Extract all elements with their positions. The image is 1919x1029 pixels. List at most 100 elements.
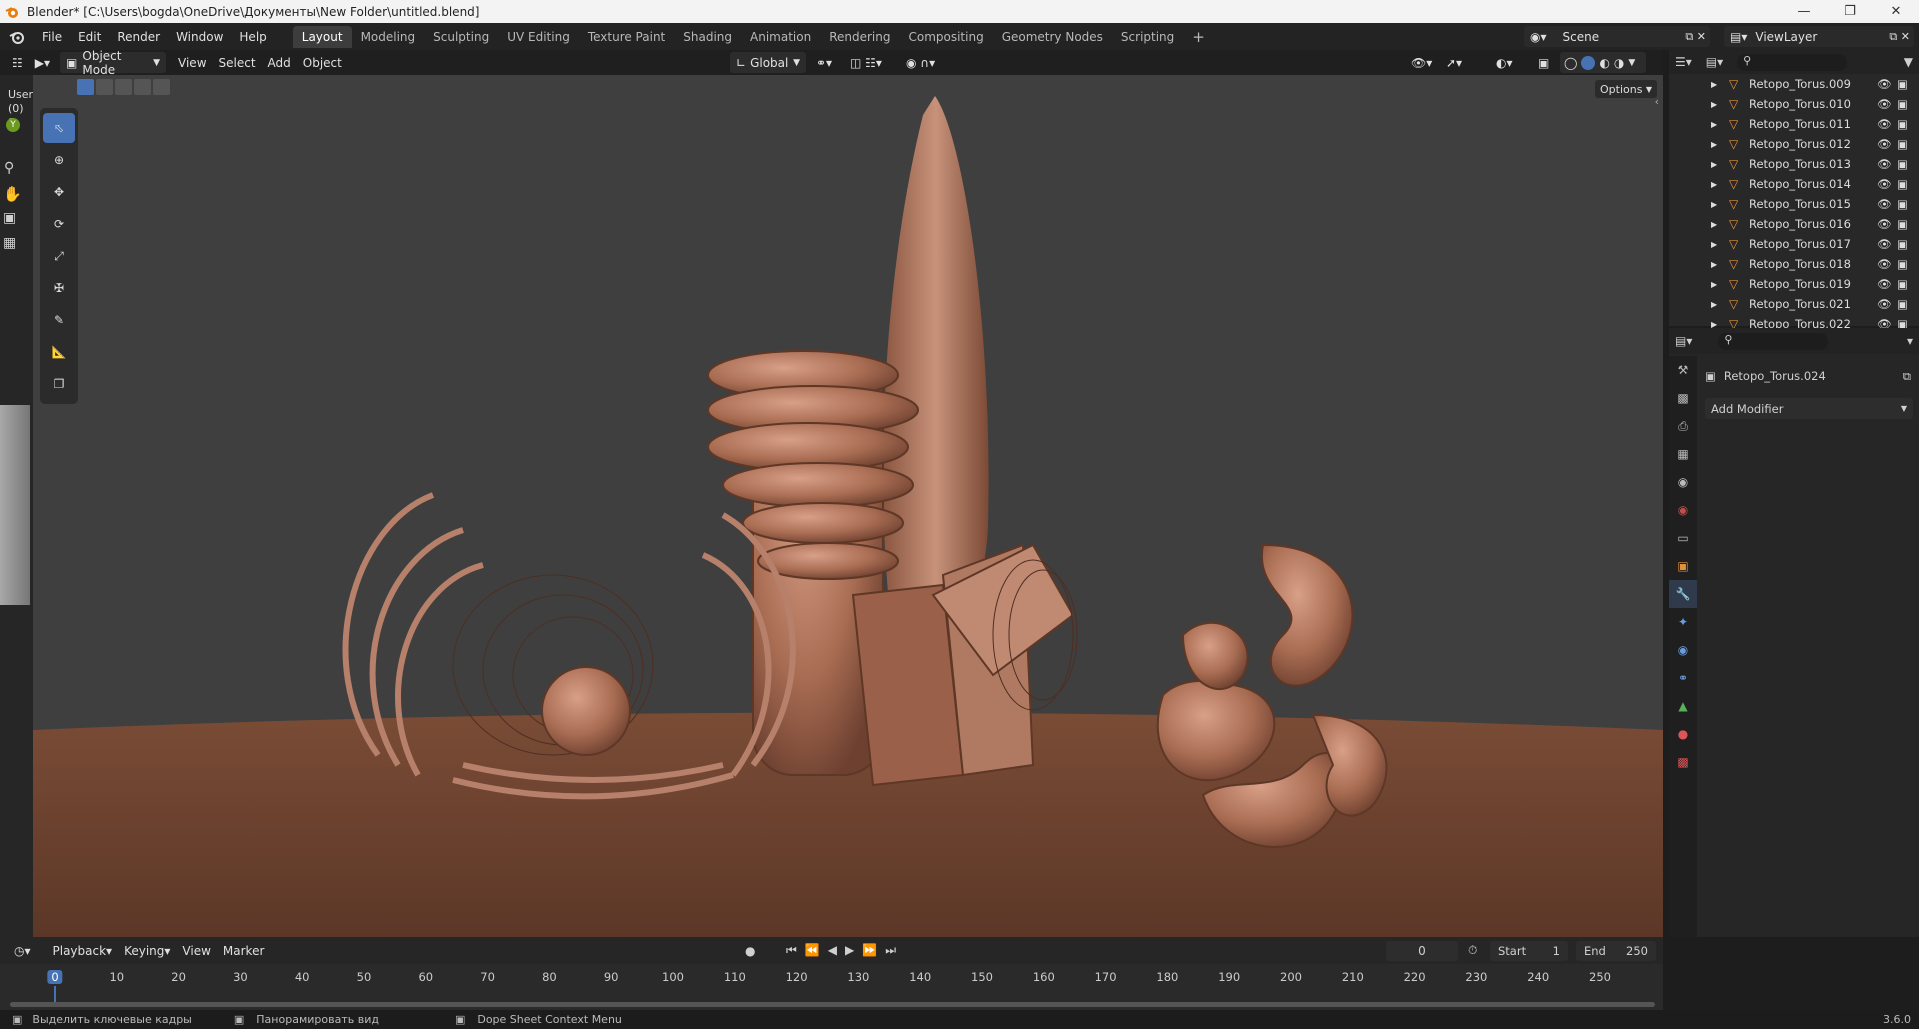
physics-tab-icon[interactable]: ◉ — [1669, 636, 1697, 664]
record-button[interactable]: ● — [745, 944, 755, 958]
timeline-scrollbar[interactable] — [10, 1002, 1655, 1007]
object-tab-icon[interactable]: ▣ — [1669, 552, 1697, 580]
tab-animation[interactable]: Animation — [741, 26, 820, 48]
data-tab-icon[interactable]: ▲ — [1669, 692, 1697, 720]
shading-modes[interactable]: ◯ ◐ ◑ ▼ — [1560, 52, 1646, 73]
properties-options-icon[interactable]: ▾ — [1907, 334, 1913, 348]
current-frame-field[interactable]: 0 — [1386, 940, 1458, 961]
rotate-tool-icon[interactable]: ⟳ — [43, 209, 75, 239]
view-options-icon[interactable]: ▶▾ — [29, 52, 56, 73]
camera-icon[interactable]: ▣ — [1897, 297, 1908, 311]
scene-selector[interactable]: ◉▾ Scene ⧉ ✕ — [1524, 26, 1710, 47]
camera-icon[interactable]: ▣ — [1897, 257, 1908, 271]
outliner-item[interactable]: ▶ ▽ Retopo_Torus.009 👁 ▣ — [1669, 74, 1919, 94]
outliner-item[interactable]: ▶ ▽ Retopo_Torus.012 👁 ▣ — [1669, 134, 1919, 154]
eye-icon[interactable]: 👁 — [1877, 77, 1892, 91]
menu-help[interactable]: Help — [231, 30, 274, 44]
viewport-menu-select[interactable]: Select — [213, 52, 262, 73]
outliner-item[interactable]: ▶ ▽ Retopo_Torus.010 👁 ▣ — [1669, 94, 1919, 114]
camera-icon[interactable]: ▣ — [1897, 217, 1908, 231]
eye-icon[interactable]: 👁 — [1877, 197, 1892, 211]
constraints-tab-icon[interactable]: ⚭ — [1669, 664, 1697, 692]
display-mode-icon[interactable]: ▤▾ — [1706, 55, 1723, 69]
select-intersect-icon[interactable] — [153, 79, 170, 95]
editor-type-icon[interactable]: ☷ — [6, 52, 29, 73]
viewport-menu-add[interactable]: Add — [262, 52, 297, 73]
play-reverse-icon[interactable]: ◀ — [828, 943, 837, 958]
transform-tool-icon[interactable]: ✠ — [43, 273, 75, 303]
add-cube-tool-icon[interactable]: ❐ — [43, 369, 75, 399]
collection-tab-icon[interactable]: ▭ — [1669, 524, 1697, 552]
expand-arrow-icon[interactable]: ▶ — [1711, 240, 1717, 249]
expand-arrow-icon[interactable]: ▶ — [1711, 300, 1717, 309]
move-tool-icon[interactable]: ✥ — [43, 177, 75, 207]
filter-icon[interactable]: ▼ — [1904, 55, 1913, 69]
expand-arrow-icon[interactable]: ▶ — [1711, 100, 1717, 109]
outliner-item[interactable]: ▶ ▽ Retopo_Torus.014 👁 ▣ — [1669, 174, 1919, 194]
tab-texture-paint[interactable]: Texture Paint — [579, 26, 674, 48]
select-mode-buttons[interactable] — [77, 79, 170, 95]
eye-icon[interactable]: 👁 — [1877, 97, 1892, 111]
view-layer-tab-icon[interactable]: ▦ — [1669, 440, 1697, 468]
add-modifier-dropdown[interactable]: Add Modifier ▼ — [1705, 398, 1913, 419]
close-icon[interactable]: ✕ — [1873, 0, 1919, 23]
properties-editor-icon[interactable]: ▤▾ — [1675, 334, 1692, 348]
timeline-menu-playback[interactable]: Playback ▾ — [47, 940, 119, 961]
jump-end-icon[interactable]: ⏭ — [885, 943, 896, 958]
camera-icon[interactable]: ▣ — [1897, 77, 1908, 91]
3d-viewport[interactable]: Options ▼ ‹ — [33, 75, 1663, 937]
camera-icon[interactable]: ▣ — [1897, 97, 1908, 111]
tool-tab-icon[interactable]: ⚒ — [1669, 356, 1697, 384]
transform-orientation-selector[interactable]: ∟ Global ▼ — [730, 52, 806, 73]
minimize-icon[interactable]: — — [1781, 0, 1827, 23]
outliner-item[interactable]: ▶ ▽ Retopo_Torus.019 👁 ▣ — [1669, 274, 1919, 294]
select-box-tool-icon[interactable]: ⬁ — [43, 113, 75, 143]
camera-icon[interactable]: ▣ — [1897, 117, 1908, 131]
outliner-item[interactable]: ▶ ▽ Retopo_Torus.015 👁 ▣ — [1669, 194, 1919, 214]
outliner-item[interactable]: ▶ ▽ Retopo_Torus.017 👁 ▣ — [1669, 234, 1919, 254]
view-layer-new-icon[interactable]: ⧉ ✕ — [1889, 30, 1910, 44]
end-frame-field[interactable]: End 250 — [1576, 940, 1656, 961]
pan-hand-icon[interactable]: ✋ — [3, 185, 22, 203]
output-tab-icon[interactable]: ⎙ — [1669, 412, 1697, 440]
annotate-tool-icon[interactable]: ✎ — [43, 305, 75, 335]
tab-sculpting[interactable]: Sculpting — [424, 26, 498, 48]
select-extend-icon[interactable] — [96, 79, 113, 95]
measure-tool-icon[interactable]: 📐 — [43, 337, 75, 367]
expand-arrow-icon[interactable]: ▶ — [1711, 220, 1717, 229]
render-tab-icon[interactable]: ▩ — [1669, 384, 1697, 412]
menu-render[interactable]: Render — [109, 30, 168, 44]
expand-arrow-icon[interactable]: ▶ — [1711, 140, 1717, 149]
start-frame-field[interactable]: Start 1 — [1490, 940, 1568, 961]
wireframe-shading-icon[interactable]: ◯ — [1564, 56, 1577, 70]
expand-arrow-icon[interactable]: ▶ — [1711, 200, 1717, 209]
properties-search-input[interactable]: ⚲ — [1718, 332, 1829, 350]
tab-modeling[interactable]: Modeling — [352, 26, 425, 48]
eye-icon[interactable]: 👁 — [1877, 257, 1892, 271]
zoom-icon[interactable]: ⚲ — [4, 160, 14, 176]
eye-icon[interactable]: 👁 — [1877, 157, 1892, 171]
camera-icon[interactable]: ▣ — [1897, 177, 1908, 191]
tab-shading[interactable]: Shading — [674, 26, 741, 48]
menu-file[interactable]: File — [34, 30, 70, 44]
timeline-menu-view[interactable]: View — [176, 940, 216, 961]
outliner-search-input[interactable]: ⚲ — [1737, 53, 1848, 71]
stopwatch-icon[interactable]: ⏱ — [1468, 943, 1477, 958]
select-new-icon[interactable] — [77, 79, 94, 95]
xray-toggle-icon[interactable]: ▣ — [1532, 52, 1555, 73]
pin-icon[interactable]: ⧉ — [1903, 369, 1911, 384]
viewport-menu-object[interactable]: Object — [297, 52, 348, 73]
blender-menu-icon[interactable] — [0, 29, 34, 45]
camera-icon[interactable]: ▣ — [1897, 237, 1908, 251]
timeline-editor-icon[interactable]: ◷▾ — [8, 940, 37, 961]
tab-compositing[interactable]: Compositing — [899, 26, 992, 48]
tab-uv-editing[interactable]: UV Editing — [498, 26, 579, 48]
add-workspace-button[interactable]: + — [1183, 24, 1214, 50]
snap-icon[interactable]: ◫ ☷▾ — [844, 52, 888, 73]
material-tab-icon[interactable]: ● — [1669, 720, 1697, 748]
eye-icon[interactable]: 👁 — [1877, 297, 1892, 311]
axis-y-icon[interactable]: Y — [6, 118, 20, 132]
camera-icon[interactable]: ▣ — [1897, 157, 1908, 171]
solid-shading-icon[interactable] — [1581, 55, 1596, 70]
eye-icon[interactable]: 👁 — [1877, 237, 1892, 251]
